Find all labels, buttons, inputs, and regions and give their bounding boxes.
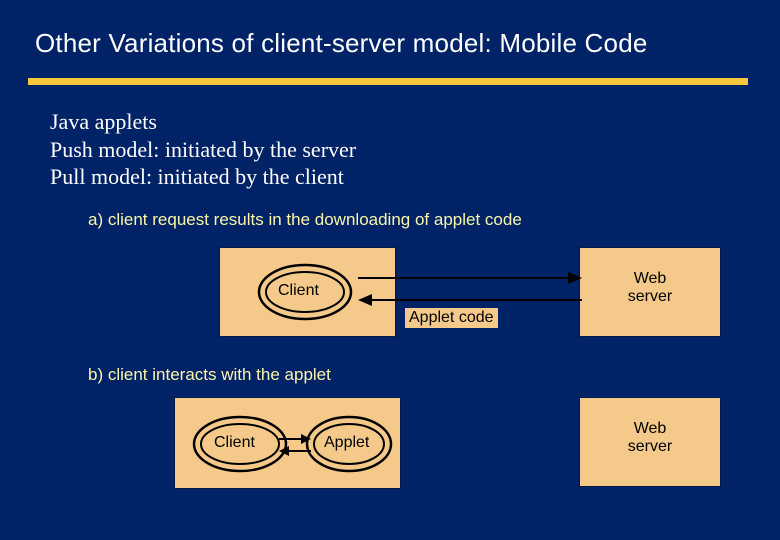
client-applet-arrows-icon [275,432,315,458]
web-server-b-line2: server [628,438,672,455]
web-server-a-line2: server [628,288,672,305]
web-server-label-b: Web server [605,420,695,457]
body-text: Java applets Push model: initiated by th… [50,108,356,191]
body-line-3: Pull model: initiated by the client [50,163,356,191]
slide: Other Variations of client-server model:… [0,0,780,540]
client-label-a: Client [278,282,319,300]
body-line-1: Java applets [50,108,356,136]
caption-b: b) client interacts with the applet [88,365,331,385]
slide-title: Other Variations of client-server model:… [35,28,648,59]
body-line-2: Push model: initiated by the server [50,136,356,164]
title-divider [28,78,748,85]
applet-code-label: Applet code [405,308,498,328]
web-server-a-line1: Web [634,270,667,287]
web-server-b-line1: Web [634,420,667,437]
applet-label-b: Applet [324,434,369,452]
client-label-b: Client [214,434,255,452]
web-server-label-a: Web server [605,270,695,307]
caption-a: a) client request results in the downloa… [88,210,522,230]
